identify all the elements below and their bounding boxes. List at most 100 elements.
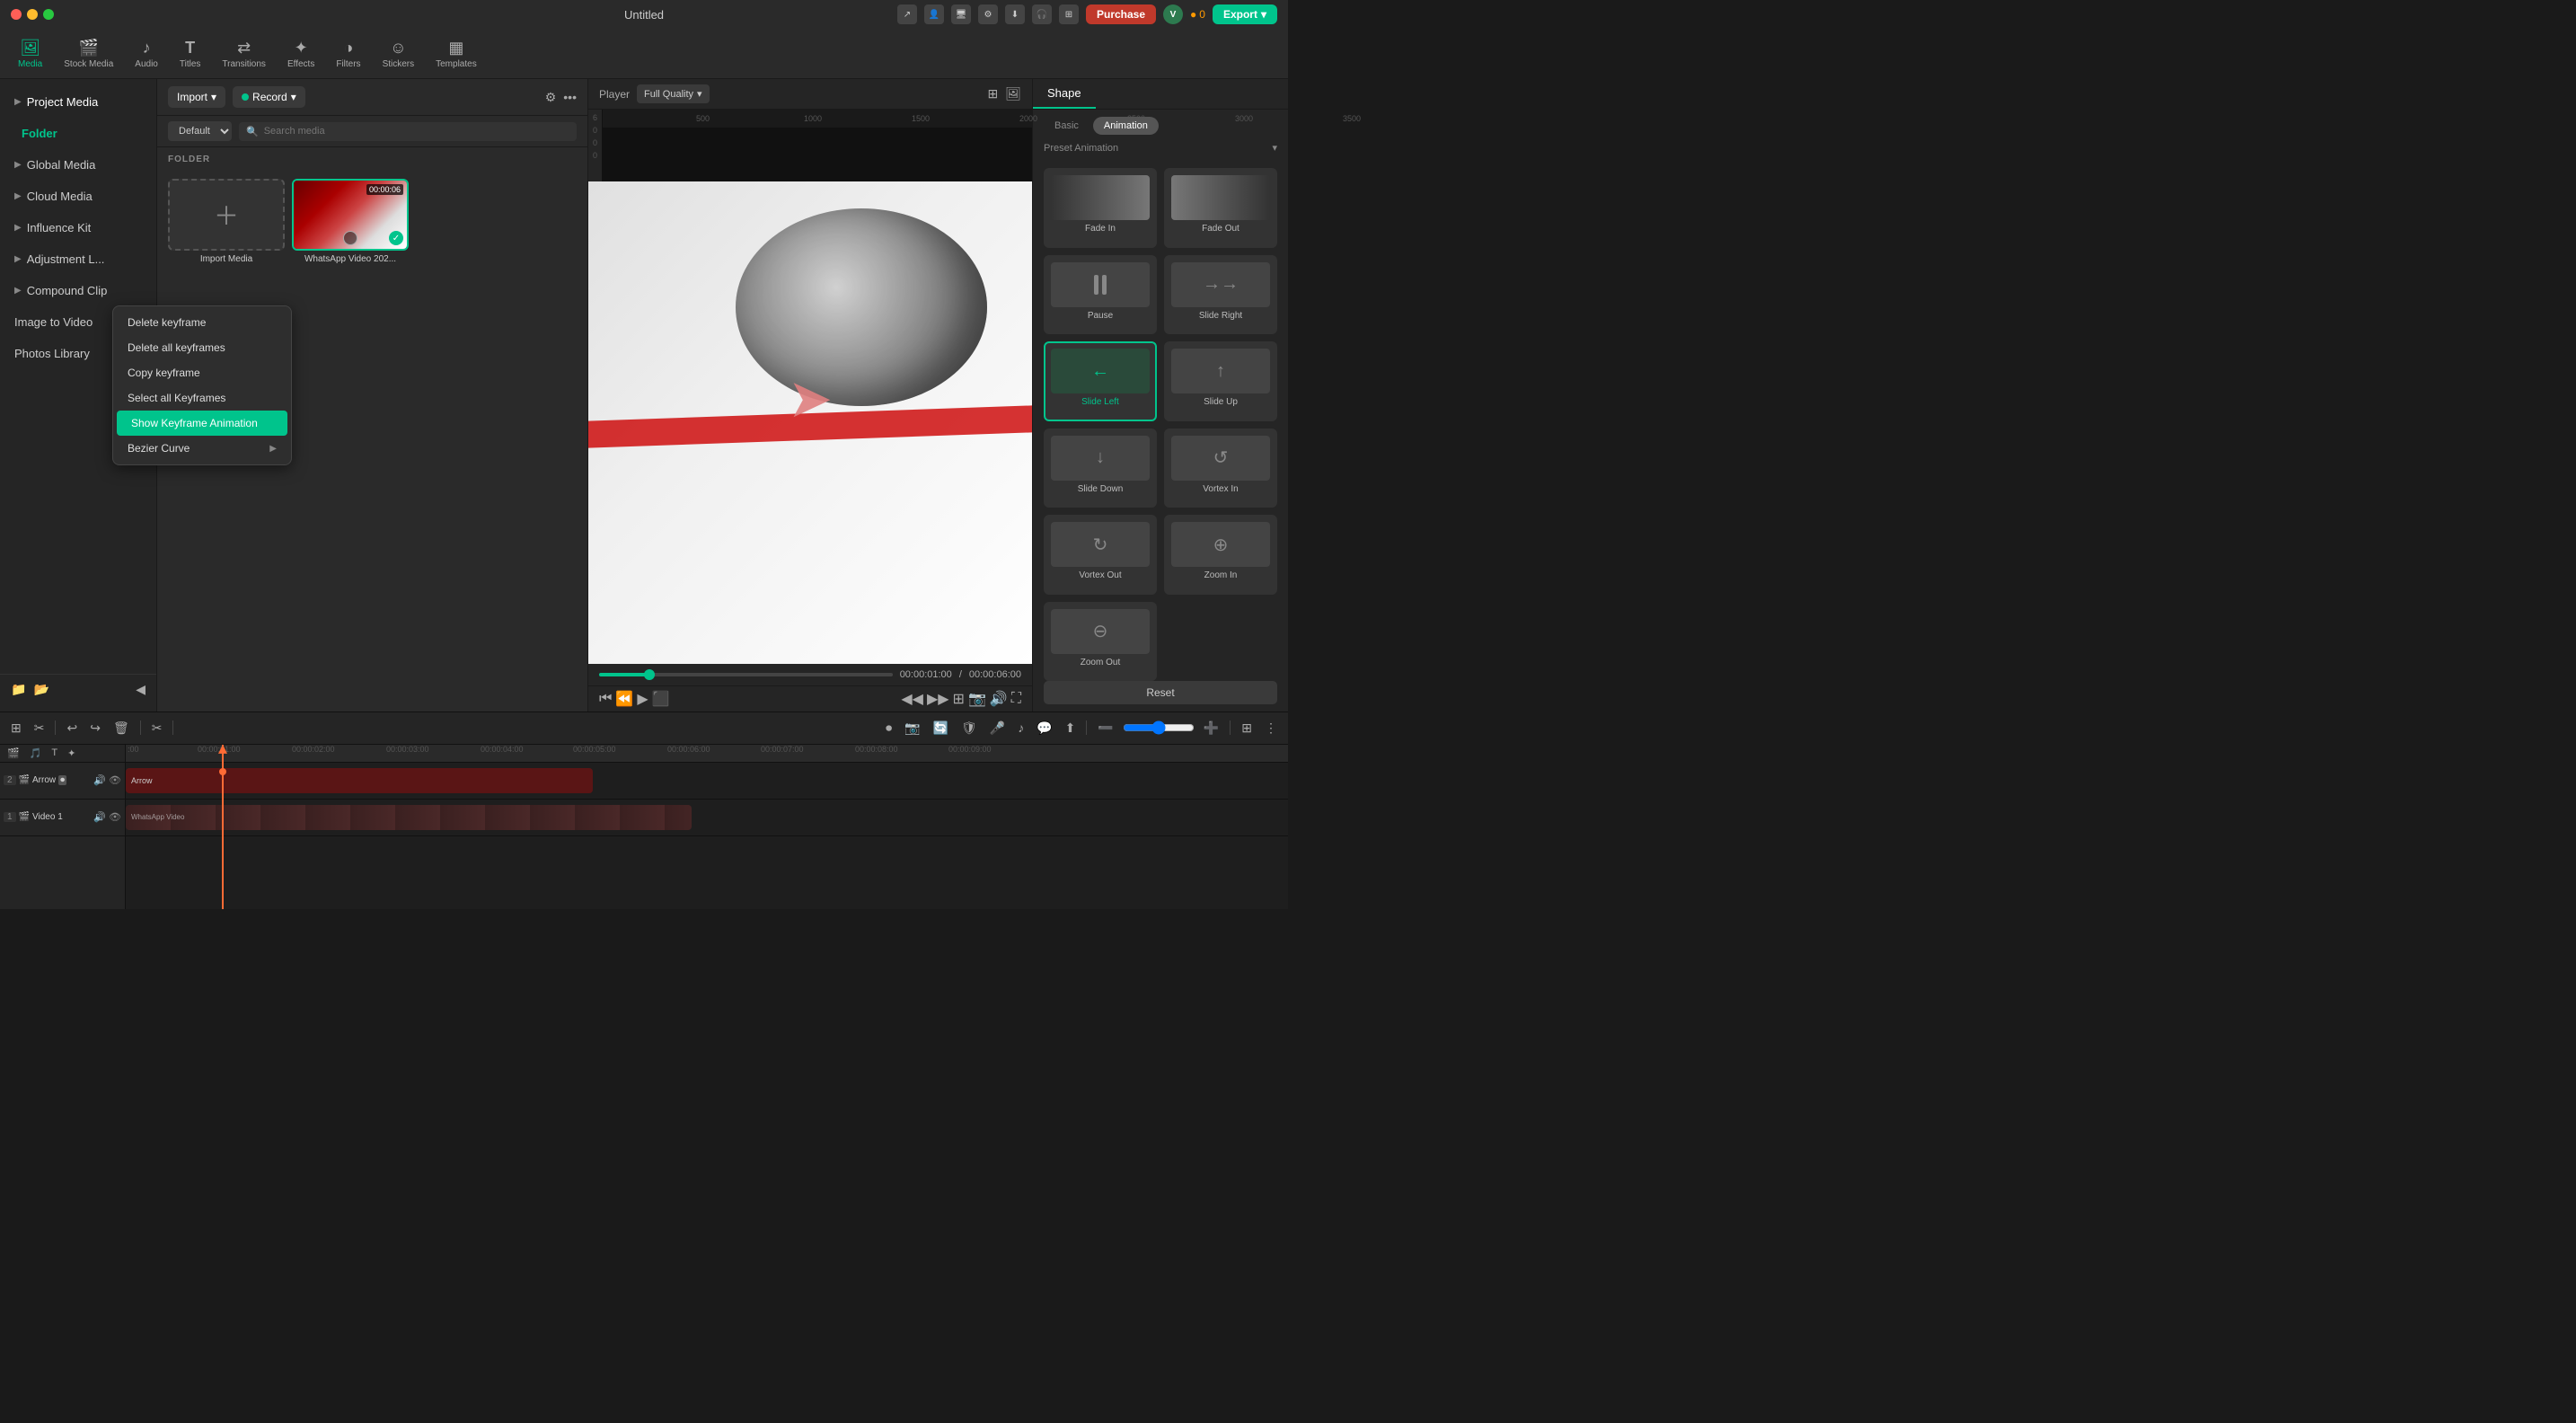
- sidebar-item-folder[interactable]: Folder: [0, 118, 156, 149]
- anim-zoom-out[interactable]: ⊖ Zoom Out: [1044, 602, 1157, 682]
- import-media-item[interactable]: ＋ Import Media: [168, 179, 285, 264]
- redo-button[interactable]: ↪: [86, 719, 104, 738]
- anim-vortex-in[interactable]: ↺ Vortex In: [1164, 429, 1277, 508]
- fullscreen-icon[interactable]: ⛶: [1011, 691, 1021, 707]
- music-note-icon[interactable]: ♪: [1014, 719, 1028, 737]
- track-1-content[interactable]: WhatsApp Video: [126, 800, 1288, 836]
- import-button[interactable]: Import ▾: [168, 86, 225, 108]
- track-2-content[interactable]: Arrow: [126, 763, 1288, 800]
- shield-icon[interactable]: 🛡: [957, 719, 981, 738]
- grid-view-icon[interactable]: ⊞: [987, 86, 998, 102]
- grid-icon[interactable]: ⊞: [1059, 4, 1079, 24]
- add-fx-track-icon[interactable]: ✦: [64, 746, 79, 761]
- reset-button[interactable]: Reset: [1044, 681, 1277, 704]
- account-icon[interactable]: 👤: [924, 4, 944, 24]
- keyframe-next-icon[interactable]: ▶▶: [927, 690, 949, 708]
- ctx-copy-keyframe[interactable]: Copy keyframe: [113, 360, 291, 385]
- zoom-slider[interactable]: [1123, 720, 1195, 735]
- toolbar-stickers[interactable]: ☺ Stickers: [372, 35, 426, 73]
- add-title-track-icon[interactable]: T: [48, 746, 61, 760]
- visibility-icon-1[interactable]: 👁: [109, 811, 121, 823]
- sidebar-item-compound-clip[interactable]: ▶ Compound Clip: [0, 275, 156, 306]
- collapse-icon[interactable]: ◀: [136, 682, 146, 697]
- stop-button[interactable]: ⬛: [652, 690, 670, 708]
- quality-select[interactable]: Full Quality ▾: [637, 84, 710, 103]
- anim-slide-left[interactable]: ← Slide Left: [1044, 341, 1157, 421]
- toolbar-filters[interactable]: ◑ Filters: [325, 35, 371, 73]
- filter-icon[interactable]: ⚙: [545, 90, 557, 105]
- progress-bar[interactable]: [599, 673, 893, 676]
- toolbar-stock-media[interactable]: 🎬 Stock Media: [53, 35, 124, 73]
- arrow-clip[interactable]: Arrow: [126, 768, 593, 793]
- screenshot-icon[interactable]: 📷: [968, 690, 986, 708]
- toolbar-effects[interactable]: ✦ Effects: [277, 35, 325, 73]
- timeline-snip-icon[interactable]: ✂: [31, 719, 49, 738]
- anim-pause[interactable]: Pause: [1044, 255, 1157, 335]
- record-button[interactable]: Record ▾: [233, 86, 305, 108]
- ctx-delete-keyframe[interactable]: Delete keyframe: [113, 310, 291, 335]
- zoom-fit-icon[interactable]: ⊞: [953, 690, 965, 708]
- arrow-forward-icon[interactable]: ⬆: [1062, 719, 1080, 738]
- zoom-out-timeline-icon[interactable]: ➖: [1094, 719, 1116, 738]
- sidebar-item-influence-kit[interactable]: ▶ Influence Kit: [0, 212, 156, 243]
- layout-icon[interactable]: ⊞: [1238, 719, 1256, 738]
- ctx-select-all-keyframes[interactable]: Select all Keyframes: [113, 385, 291, 411]
- anim-fade-out[interactable]: Fade Out: [1164, 168, 1277, 248]
- ctx-bezier-curve[interactable]: Bezier Curve ▶: [113, 436, 291, 461]
- audio-mute-icon[interactable]: 🔊: [93, 774, 106, 786]
- sidebar-item-cloud-media[interactable]: ▶ Cloud Media: [0, 181, 156, 212]
- add-video-track-icon[interactable]: 🎬: [4, 746, 23, 761]
- sidebar-item-project-media[interactable]: ▶ Project Media: [0, 86, 156, 118]
- settings-icon[interactable]: ⚙: [978, 4, 998, 24]
- monitor-icon[interactable]: 🖥: [951, 4, 971, 24]
- timeline-grid-icon[interactable]: ⊞: [7, 719, 25, 738]
- more-options-icon[interactable]: •••: [563, 90, 577, 105]
- audio-mute-icon-1[interactable]: 🔊: [93, 811, 106, 823]
- anim-slide-right[interactable]: →→ Slide Right: [1164, 255, 1277, 335]
- zoom-in-timeline-icon[interactable]: ➕: [1200, 719, 1222, 738]
- ctx-show-keyframe-animation[interactable]: Show Keyframe Animation: [117, 411, 287, 436]
- ctx-delete-all-keyframes[interactable]: Delete all keyframes: [113, 335, 291, 360]
- sort-select[interactable]: Default: [168, 121, 232, 141]
- toolbar-templates[interactable]: ▦ Templates: [425, 35, 488, 73]
- add-folder-icon[interactable]: 📁: [11, 682, 26, 697]
- purchase-button[interactable]: Purchase: [1086, 4, 1156, 24]
- visibility-icon[interactable]: 👁: [109, 774, 121, 786]
- add-audio-track-icon[interactable]: 🎵: [26, 746, 46, 761]
- export-button[interactable]: Export ▾: [1213, 4, 1277, 24]
- share-icon[interactable]: ↗: [897, 4, 917, 24]
- more-timeline-icon[interactable]: ⋮: [1261, 719, 1281, 738]
- camera-icon[interactable]: 📷: [901, 719, 923, 738]
- new-folder-icon[interactable]: 📂: [33, 682, 49, 697]
- sidebar-item-adjustment[interactable]: ▶ Adjustment L...: [0, 243, 156, 275]
- tab-animation[interactable]: Animation: [1093, 117, 1159, 135]
- volume-icon[interactable]: 🔊: [990, 690, 1008, 708]
- anim-fade-in[interactable]: Fade In: [1044, 168, 1157, 248]
- anim-vortex-out[interactable]: ↻ Vortex Out: [1044, 515, 1157, 595]
- sidebar-item-global-media[interactable]: ▶ Global Media: [0, 149, 156, 181]
- step-back-button[interactable]: ⏮: [599, 691, 612, 707]
- toolbar-transitions[interactable]: ⇄ Transitions: [211, 35, 277, 73]
- toolbar-audio[interactable]: ♪ Audio: [124, 35, 169, 73]
- progress-thumb[interactable]: [644, 669, 655, 680]
- rotate-icon[interactable]: 🔄: [930, 719, 952, 738]
- toolbar-media[interactable]: 🖼 Media: [7, 35, 53, 73]
- snapshot-icon[interactable]: 🖼: [1005, 86, 1021, 102]
- tab-shape[interactable]: Shape: [1033, 79, 1096, 109]
- caption-icon[interactable]: 💬: [1033, 719, 1055, 738]
- maximize-button[interactable]: [43, 9, 54, 20]
- keyframe-prev-icon[interactable]: ◀◀: [901, 690, 923, 708]
- minimize-button[interactable]: [27, 9, 38, 20]
- play-button[interactable]: ▶: [637, 690, 648, 708]
- delete-button[interactable]: 🗑: [110, 719, 133, 738]
- download-icon[interactable]: ⬇: [1005, 4, 1025, 24]
- frame-back-button[interactable]: ⏪: [615, 690, 633, 708]
- video-media-item[interactable]: 00:00:06 ✓ WhatsApp Video 202...: [292, 179, 409, 264]
- mic-icon[interactable]: 🎤: [986, 719, 1009, 738]
- cut-icon[interactable]: ✂: [148, 719, 166, 738]
- tab-basic[interactable]: Basic: [1044, 117, 1090, 135]
- toolbar-titles[interactable]: T Titles: [169, 35, 212, 73]
- anim-slide-down[interactable]: ↓ Slide Down: [1044, 429, 1157, 508]
- video-clip[interactable]: WhatsApp Video: [126, 805, 692, 830]
- anim-zoom-in[interactable]: ⊕ Zoom In: [1164, 515, 1277, 595]
